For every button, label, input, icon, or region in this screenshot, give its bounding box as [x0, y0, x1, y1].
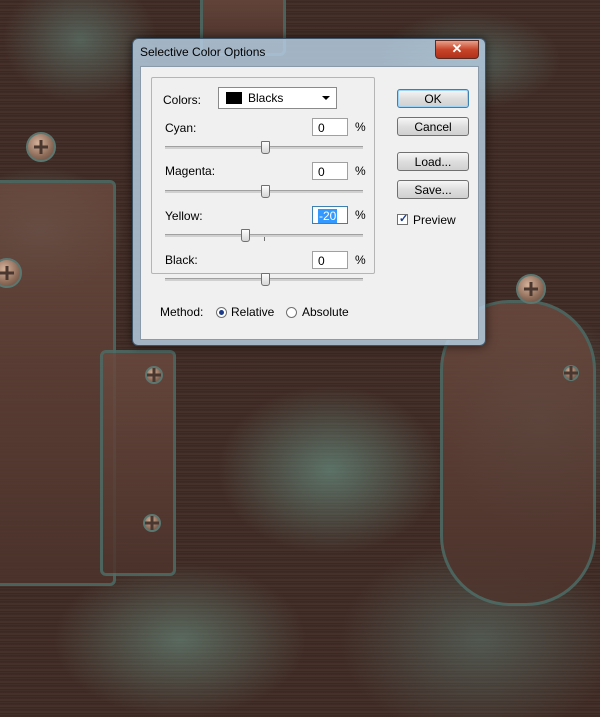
chevron-down-icon	[322, 96, 330, 100]
screw-decoration	[145, 366, 163, 384]
screw-decoration	[26, 132, 56, 162]
yellow-input-value: -20	[318, 209, 338, 223]
cancel-button[interactable]: Cancel	[397, 117, 469, 136]
magenta-label: Magenta:	[165, 164, 216, 178]
preview-checkbox[interactable]: ✓	[397, 213, 409, 225]
method-relative-label: Relative	[231, 305, 275, 319]
method-label: Method:	[160, 305, 204, 319]
method-relative-radio[interactable]	[216, 307, 227, 318]
cyan-unit: %	[355, 120, 366, 134]
black-slider-thumb[interactable]	[261, 273, 270, 286]
screw-decoration	[563, 365, 579, 381]
dialog-title: Selective Color Options	[140, 45, 266, 59]
yellow-slider-track[interactable]	[165, 229, 363, 242]
magenta-slider-track[interactable]	[165, 185, 363, 198]
check-icon: ✓	[399, 213, 409, 225]
dialog-body: Colors: Blacks Cyan: 0 % Magenta: 0 % Ye…	[140, 66, 479, 340]
method-absolute-label: Absolute	[302, 305, 349, 319]
black-input[interactable]: 0	[312, 251, 348, 269]
colors-selected-value: Blacks	[248, 91, 284, 105]
title-bar[interactable]: Selective Color Options ✕	[133, 39, 485, 65]
black-label: Black:	[165, 253, 198, 267]
ok-button[interactable]: OK	[397, 89, 469, 108]
selective-color-dialog: Selective Color Options ✕ Colors: Blacks…	[132, 38, 486, 346]
magenta-unit: %	[355, 164, 366, 178]
cyan-slider-thumb[interactable]	[261, 141, 270, 154]
yellow-slider-center-tick	[264, 237, 265, 241]
cyan-input[interactable]: 0	[312, 118, 348, 136]
screw-decoration	[143, 514, 161, 532]
yellow-unit: %	[355, 208, 366, 222]
close-button[interactable]: ✕	[435, 40, 479, 59]
method-absolute-radio[interactable]	[286, 307, 297, 318]
yellow-slider-thumb[interactable]	[241, 229, 250, 242]
colors-dropdown[interactable]: Blacks	[218, 87, 337, 109]
artwork-letter	[100, 350, 176, 576]
colors-label: Colors:	[163, 93, 202, 107]
magenta-slider-thumb[interactable]	[261, 185, 270, 198]
screw-decoration	[516, 274, 546, 304]
color-adjust-group: Colors: Blacks Cyan: 0 % Magenta: 0 % Ye…	[151, 77, 375, 286]
radio-selected-dot	[219, 310, 224, 315]
close-icon: ✕	[451, 41, 463, 56]
cyan-slider-track[interactable]	[165, 141, 363, 154]
load-button[interactable]: Load...	[397, 152, 469, 171]
magenta-input[interactable]: 0	[312, 162, 348, 180]
cyan-label: Cyan:	[165, 121, 197, 135]
preview-label: Preview	[413, 213, 456, 227]
yellow-label: Yellow:	[165, 209, 203, 223]
artwork-letter	[0, 180, 116, 586]
save-button[interactable]: Save...	[397, 180, 469, 199]
color-swatch	[226, 92, 242, 104]
yellow-input[interactable]: -20	[312, 206, 348, 224]
black-unit: %	[355, 253, 366, 267]
black-slider-track[interactable]	[165, 273, 363, 286]
